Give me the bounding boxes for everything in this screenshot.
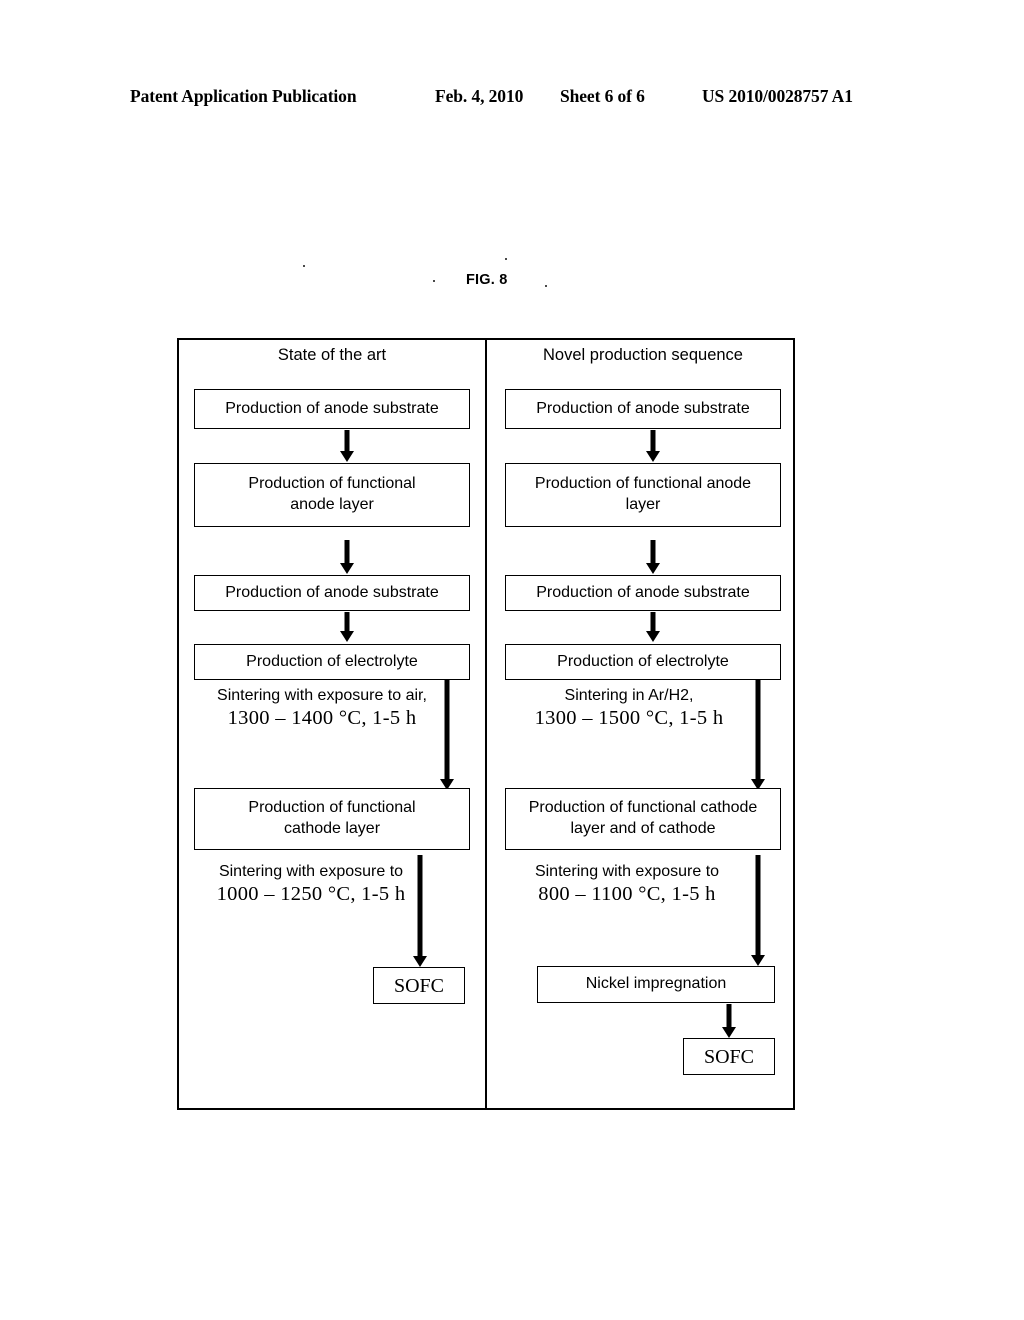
sintering-temperature-line: 1300 – 1400 °C, 1-5 h [227, 706, 417, 729]
box-label: Production of electrolyte [246, 652, 418, 670]
right-arrow-1 [645, 430, 661, 462]
scan-speckle [433, 280, 435, 282]
column-divider [485, 340, 487, 1108]
column-title-state-of-the-art: State of the art [277, 346, 387, 364]
box-label: SOFC [393, 974, 445, 997]
sintering-temperature-line: 1000 – 1250 °C, 1-5 h [216, 882, 406, 905]
right-long-arrow-to-cathode-layer [750, 680, 766, 790]
box-label: Production of anode substrate [225, 583, 439, 601]
box-label: SOFC [703, 1045, 755, 1068]
right-sintering-label-1: Sintering in Ar/H2, 1300 – 1500 °C, 1-5 … [500, 687, 758, 729]
scan-speckle [545, 285, 547, 287]
sintering-condition-line-1: Sintering with exposure to [218, 863, 404, 880]
box-label-line-2: cathode layer [283, 820, 381, 837]
left-sintering-label-2: Sintering with exposure to 1000 – 1250 °… [186, 863, 436, 905]
column-title-novel-production-sequence: Novel production sequence [543, 346, 743, 364]
left-step-production-of-anode-substrate-1: Production of anode substrate [194, 389, 470, 429]
left-long-arrow-to-cathode-layer [439, 680, 455, 790]
patent-page-header: Patent Application Publication Feb. 4, 2… [130, 86, 894, 112]
left-step-production-of-anode-substrate-2: Production of anode substrate [194, 575, 470, 611]
sintering-temperature-line: 800 – 1100 °C, 1-5 h [538, 882, 716, 905]
right-arrow-2 [645, 540, 661, 574]
scan-speckle [303, 265, 305, 267]
sintering-condition-line-1: Sintering in Ar/H2, [564, 687, 694, 704]
left-step-sofc: SOFC [373, 967, 465, 1004]
publication-label: Patent Application Publication [130, 86, 357, 106]
box-label-line-1: Production of functional [248, 475, 416, 493]
box-label: Nickel impregnation [585, 975, 727, 993]
box-label: Production of anode substrate [225, 399, 439, 417]
box-label-line-1: Production of functional cathode [528, 799, 758, 817]
right-arrow-to-sofc [721, 1004, 737, 1038]
right-step-production-of-anode-substrate-2: Production of anode substrate [505, 575, 781, 611]
sintering-condition-line-1: Sintering with exposure to [534, 863, 720, 880]
box-label-line-1: Production of functional anode [534, 475, 752, 493]
left-arrow-1 [339, 430, 355, 462]
right-sintering-label-2: Sintering with exposure to 800 – 1100 °C… [500, 863, 754, 905]
box-label-line-2: anode layer [290, 496, 374, 513]
patent-number: US 2010/0028757 A1 [702, 86, 853, 106]
left-step-production-of-electrolyte: Production of electrolyte [194, 644, 470, 680]
right-step-production-of-functional-cathode-layer-and-cathode: Production of functional cathode layer a… [505, 788, 781, 850]
left-arrow-3 [339, 612, 355, 642]
left-sintering-label-1: Sintering with exposure to air, 1300 – 1… [186, 687, 458, 729]
box-label-line-2: layer and of cathode [570, 820, 716, 837]
right-step-production-of-anode-substrate-1: Production of anode substrate [505, 389, 781, 429]
scan-speckle [505, 258, 507, 260]
left-step-production-of-functional-cathode-layer: Production of functional cathode layer [194, 788, 470, 850]
figure-caption: FIG. 8 [466, 272, 508, 288]
box-label: Production of anode substrate [536, 583, 750, 601]
publication-date: Feb. 4, 2010 [435, 86, 524, 106]
left-step-production-of-functional-anode-layer: Production of functional anode layer [194, 463, 470, 527]
right-step-production-of-functional-anode-layer: Production of functional anode layer [505, 463, 781, 527]
sheet-number: Sheet 6 of 6 [560, 86, 645, 106]
right-step-production-of-electrolyte: Production of electrolyte [505, 644, 781, 680]
sintering-condition-line-1: Sintering with exposure to air, [217, 687, 427, 704]
box-label: Production of anode substrate [536, 399, 750, 417]
box-label-line-1: Production of functional [248, 799, 416, 817]
sintering-temperature-line: 1300 – 1500 °C, 1-5 h [534, 706, 724, 729]
right-step-sofc: SOFC [683, 1038, 775, 1075]
left-long-arrow-to-sofc [412, 855, 428, 967]
right-step-nickel-impregnation: Nickel impregnation [537, 966, 775, 1003]
box-label-line-2: layer [625, 496, 661, 513]
box-label: Production of electrolyte [557, 652, 729, 670]
right-long-arrow-to-nickel-impregnation [750, 855, 766, 966]
left-arrow-2 [339, 540, 355, 574]
right-arrow-3 [645, 612, 661, 642]
